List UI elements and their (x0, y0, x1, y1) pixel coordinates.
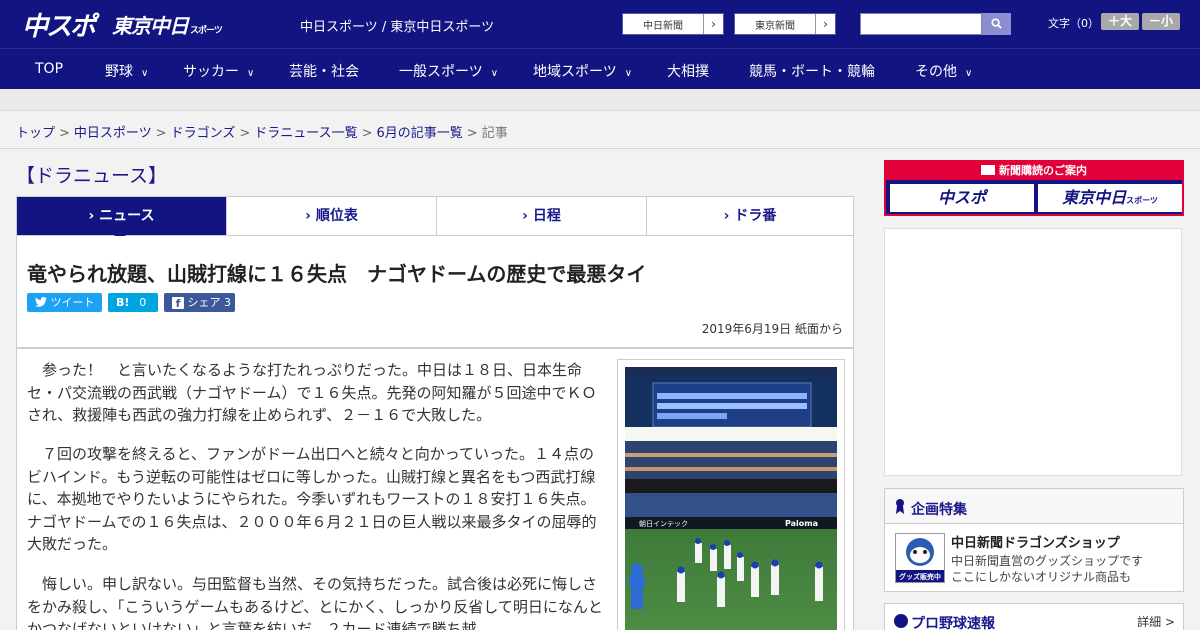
breadcrumb-bar: トップ > 中日スポーツ > ドラゴンズ > ドラニュース一覧 >6月の記事一覧 > 記事 (0, 111, 1200, 149)
font-size-label: 文字（0） (1048, 17, 1099, 30)
newspaper-icon (981, 165, 995, 175)
article-photo-frame: 朝日インテック Paloma (617, 359, 845, 630)
chevron-right-icon: › (88, 208, 100, 224)
spacer-band (0, 89, 1200, 111)
thumb-caption: グッズ販売中 (899, 572, 941, 581)
stadium-photo: 朝日インテック Paloma (625, 367, 837, 630)
hatena-count: 0 (139, 296, 147, 309)
pro-baseball-title: プロ野球速報 (911, 616, 995, 630)
facebook-share-button[interactable]: f シェア 3 (164, 293, 235, 312)
baseball-details-link[interactable]: 詳細 > (1137, 613, 1175, 630)
doala-mascot-icon: グッズ販売中 (896, 534, 944, 582)
site-header: 中スポ 東京中日 スポーツ 中日スポーツ / 東京中日スポーツ 中日新聞 › 東京… (0, 0, 1200, 48)
chevron-right-icon: › (815, 14, 835, 34)
hatena-bookmark-button[interactable]: B! 0 (108, 293, 158, 312)
article-headline: 竜やられ放題、山賊打線に１６失点 ナゴヤドームの歴史で最悪タイ (27, 262, 647, 286)
pro-baseball-scores: プロ野球速報 詳細 > (884, 603, 1184, 630)
chunichi-shimbun-link[interactable]: 中日新聞 › (622, 13, 724, 35)
article-paragraph: ７回の攻撃を終えると、ファンがドーム出口へと続々と向かっていった。１４点のビハイ… (27, 445, 597, 553)
photo-sign-left: 朝日インテック (639, 520, 688, 528)
nav-sumo[interactable]: 大相撲 (667, 61, 709, 81)
nav-other[interactable]: その他 ∨ (915, 61, 972, 81)
tab-standings[interactable]: › 順位表 (227, 197, 437, 235)
font-smaller-button[interactable]: －小 (1142, 13, 1180, 30)
nav-racing[interactable]: 競馬・ボート・競輪 (749, 61, 875, 81)
article-header: 竜やられ放題、山賊打線に１６失点 ナゴヤドームの歴史で最悪タイ ツイート B! … (16, 236, 854, 348)
dora-tabs: › ニュース › 順位表 › 日程 › ドラ番 (16, 196, 854, 236)
nav-baseball[interactable]: 野球 ∨ (105, 61, 148, 81)
breadcrumb-chunichi-sports[interactable]: 中日スポーツ (74, 126, 152, 141)
chevron-down-icon: ∨ (141, 68, 149, 79)
breadcrumb: トップ > 中日スポーツ > ドラゴンズ > ドラニュース一覧 >6月の記事一覧 > 記事 (16, 126, 508, 141)
breadcrumb-dragons[interactable]: ドラゴンズ (171, 126, 236, 141)
chevron-down-icon: ∨ (965, 68, 973, 79)
chevron-right-icon: › (723, 208, 735, 224)
ribbon-icon (895, 498, 905, 514)
dragons-shop-description: 中日新聞直営のグッズショップです ここにしかないオリジナル商品も (951, 554, 1144, 584)
search-button[interactable] (982, 13, 1011, 35)
article-body: 参った！ と言いたくなるような打たれっぷりだった。中日は１８日、日本生命セ・パ交… (16, 348, 854, 630)
chevron-right-icon: › (703, 14, 723, 34)
photo-sign-right: Paloma (785, 519, 818, 528)
chevron-down-icon: ∨ (624, 68, 633, 79)
article-paragraph: 参った！ と言いたくなるような打たれっぷりだった。中日は１８日、日本生命セ・パ交… (27, 361, 597, 424)
tweet-label: ツイート (50, 296, 95, 309)
section-title: 【ドラニュース】 (16, 165, 168, 187)
breadcrumb-current: 記事 (481, 126, 508, 141)
tab-dora-ban[interactable]: › ドラ番 (647, 197, 853, 235)
special-features-title: 企画特集 (911, 502, 967, 518)
article-paragraph: 悔しい。申し訳ない。与田監督も当然、その気持ちだった。試合後は必死に悔しさをかみ… (27, 575, 603, 630)
main-nav: TOP 野球 ∨ サッカー ∨ 芸能・社会 一般スポーツ ∨ 地域スポーツ ∨ 大相撲 … (0, 48, 1200, 89)
tokyo-logo-text: 東京中日 (112, 14, 189, 38)
font-larger-button[interactable]: ＋大 (1101, 13, 1139, 30)
chevron-down-icon: ∨ (490, 68, 499, 79)
chevron-right-icon: › (305, 208, 316, 224)
baseball-icon (894, 614, 908, 628)
subscribe-chuspo-button[interactable]: 中スポ (890, 184, 1034, 212)
tab-news[interactable]: › ニュース (17, 197, 227, 235)
special-features-header: 企画特集 (885, 489, 1183, 524)
subscription-banner[interactable]: 新聞購読のご案内 中スポ 東京中日スポーツ (884, 160, 1184, 216)
nav-top[interactable]: TOP (35, 61, 63, 77)
tab-schedule[interactable]: › 日程 (437, 197, 647, 235)
hatena-icon: B! (116, 296, 130, 309)
tweet-button[interactable]: ツイート (27, 293, 102, 312)
search-icon (991, 18, 1002, 29)
advertisement-slot (884, 228, 1182, 476)
article-photo[interactable]: 朝日インテック Paloma (625, 367, 837, 630)
twitter-bird-icon (35, 296, 47, 307)
nav-local-sports[interactable]: 地域スポーツ ∨ (533, 61, 632, 81)
subscribe-tokyo-chunichi-button[interactable]: 東京中日スポーツ (1038, 184, 1182, 212)
breadcrumb-june-articles[interactable]: 6月の記事一覧 (377, 126, 463, 141)
chuspo-logo[interactable]: 中スポ (22, 6, 96, 43)
chunichi-link-label: 中日新聞 (643, 21, 683, 32)
breadcrumb-top[interactable]: トップ (16, 126, 55, 141)
dragons-shop-thumbnail[interactable]: グッズ販売中 (895, 533, 945, 583)
subscription-title: 新聞購読のご案内 (886, 162, 1182, 180)
nav-entertainment[interactable]: 芸能・社会 (289, 61, 359, 81)
breadcrumb-dora-news[interactable]: ドラニュース一覧 (254, 126, 357, 141)
tokyo-shimbun-link[interactable]: 東京新聞 › (734, 13, 836, 35)
facebook-label: シェア (187, 296, 221, 309)
special-features: 企画特集 グッズ販売中 中日新聞ドラゴンズショップ 中日新聞直営のグッズショップ… (884, 488, 1184, 592)
chevron-down-icon: ∨ (247, 68, 255, 79)
facebook-count: 3 (224, 296, 231, 309)
tokyo-chunichi-logo[interactable]: 東京中日 スポーツ (112, 10, 223, 39)
facebook-icon: f (172, 297, 184, 310)
chevron-right-icon: › (522, 208, 533, 224)
dragons-shop-link[interactable]: 中日新聞ドラゴンズショップ (951, 532, 1120, 551)
tokyo-logo-sub: スポーツ (190, 26, 223, 36)
site-names: 中日スポーツ / 東京中日スポーツ (300, 20, 495, 35)
nav-soccer[interactable]: サッカー ∨ (183, 61, 254, 81)
tokyo-link-label: 東京新聞 (755, 21, 795, 32)
search-input[interactable] (860, 13, 982, 35)
nav-general-sports[interactable]: 一般スポーツ ∨ (399, 61, 498, 81)
article-date: 2019年6月19日 紙面から (701, 322, 843, 336)
